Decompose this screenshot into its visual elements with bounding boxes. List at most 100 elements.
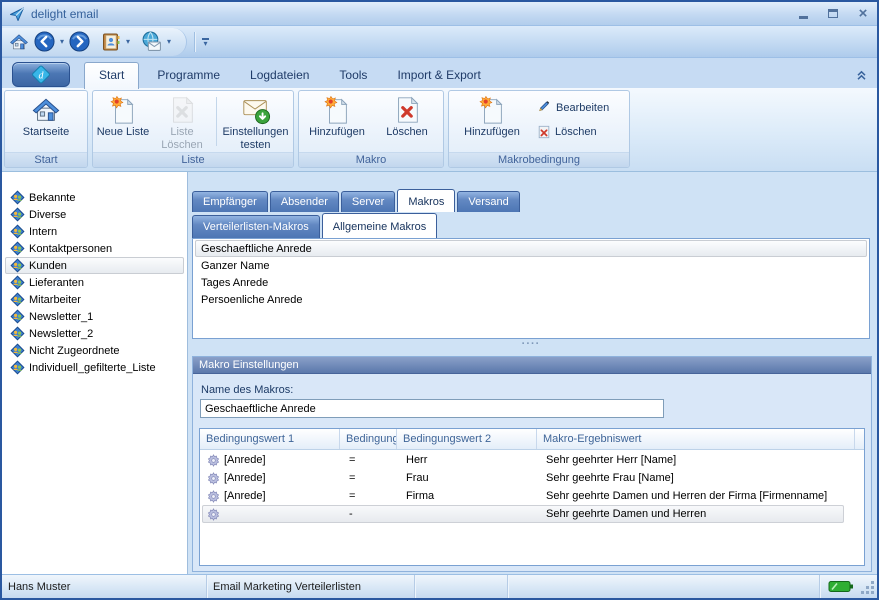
group-icon bbox=[10, 241, 25, 256]
contacts-menu-caret-icon[interactable]: ▾ bbox=[125, 37, 131, 46]
einstellungen-testen-button[interactable]: Einstellungen testen bbox=[220, 92, 291, 151]
condition-table-body: [Anrede]=HerrSehr geehrter Herr [Name][A… bbox=[200, 450, 864, 523]
group-icon bbox=[10, 258, 25, 273]
group-icon bbox=[10, 224, 25, 239]
status-cell-fill bbox=[508, 575, 820, 598]
tab-makros[interactable]: Makros bbox=[397, 189, 455, 212]
condition-operator: = bbox=[349, 454, 355, 466]
liste-loeschen-button[interactable]: Liste Löschen bbox=[151, 92, 213, 151]
group-caption-makro: Makro bbox=[299, 152, 443, 167]
bedingung-hinzufuegen-button[interactable]: Hinzufügen bbox=[451, 92, 533, 151]
startseite-button[interactable]: Startseite bbox=[7, 92, 85, 151]
condition-result: Sehr geehrte Damen und Herren der Firma … bbox=[546, 490, 827, 502]
sidebar-item-bekannte[interactable]: Bekannte bbox=[5, 189, 184, 206]
ribbon: Startseite Start Neue Liste Liste Lösche… bbox=[2, 88, 877, 172]
condition-row-1[interactable]: [Anrede]=HerrSehr geehrter Herr [Name] bbox=[202, 451, 844, 469]
makro-hinzufuegen-button[interactable]: Hinzufügen bbox=[301, 92, 373, 151]
contacts-icon[interactable] bbox=[100, 31, 122, 53]
condition-row-3[interactable]: [Anrede]=FirmaSehr geehrte Damen und Her… bbox=[202, 487, 844, 505]
macro-list-item-ganzer-name[interactable]: Ganzer Name bbox=[195, 257, 867, 274]
group-icon bbox=[10, 326, 25, 341]
delete-small-icon bbox=[537, 125, 551, 139]
ribbon-group-start: Startseite Start bbox=[4, 90, 88, 168]
sidebar-item-newsletter-1[interactable]: Newsletter_1 bbox=[5, 308, 184, 325]
delete-item-gray-icon bbox=[167, 95, 197, 125]
sidebar-item-mitarbeiter[interactable]: Mitarbeiter bbox=[5, 291, 184, 308]
forward-icon[interactable] bbox=[68, 30, 91, 53]
column-header[interactable]: Bedingung bbox=[340, 429, 397, 449]
sidebar-item-kunden[interactable]: Kunden bbox=[5, 257, 184, 274]
macro-list-item-geschaeftliche-anrede[interactable]: Geschaeftliche Anrede bbox=[195, 240, 867, 257]
ribbon-tab-tools[interactable]: Tools bbox=[327, 63, 379, 88]
group-icon bbox=[10, 190, 25, 205]
back-icon[interactable] bbox=[33, 30, 56, 53]
sidebar-item-individuell-gefilterte-liste[interactable]: Individuell_gefilterte_Liste bbox=[5, 359, 184, 376]
splitter-handle[interactable] bbox=[192, 340, 870, 353]
macro-list-item-persoenliche-anrede[interactable]: Persoenliche Anrede bbox=[195, 291, 867, 308]
subtab-verteilerlisten-makros[interactable]: Verteilerlisten-Makros bbox=[192, 215, 320, 238]
tab-server[interactable]: Server bbox=[341, 191, 395, 212]
close-icon[interactable]: × bbox=[855, 6, 871, 21]
sidebar-list: BekannteDiverse Intern Kontaktpersonen Kund… bbox=[2, 172, 188, 574]
condition-row-2[interactable]: [Anrede]=FrauSehr geehrte Frau [Name] bbox=[202, 469, 844, 487]
macro-list-item-tages-anrede[interactable]: Tages Anrede bbox=[195, 274, 867, 291]
sidebar-item-kontaktpersonen[interactable]: Kontaktpersonen bbox=[5, 240, 184, 257]
column-header[interactable]: Makro-Ergebniswert bbox=[537, 429, 855, 449]
sidebar-item-label: Intern bbox=[29, 226, 57, 238]
ribbon-tab-start[interactable]: Start bbox=[84, 62, 139, 89]
status-context: Email Marketing Verteilerlisten bbox=[207, 575, 415, 598]
ribbon-tab-strip: StartProgrammeLogdateienToolsImport & Ex… bbox=[84, 62, 499, 88]
group-icon bbox=[10, 275, 25, 290]
sidebar-item-label: Kunden bbox=[29, 260, 67, 272]
condition-operator: = bbox=[349, 490, 355, 502]
sidebar-item-newsletter-2[interactable]: Newsletter_2 bbox=[5, 325, 184, 342]
back-menu-caret-icon[interactable]: ▾ bbox=[59, 37, 65, 46]
group-icon bbox=[10, 343, 25, 358]
subtab-allgemeine-makros[interactable]: Allgemeine Makros bbox=[322, 213, 438, 238]
sidebar-item-lieferanten[interactable]: Lieferanten bbox=[5, 274, 184, 291]
column-header[interactable]: Bedingungswert 1 bbox=[200, 429, 340, 449]
sidebar-item-label: Kontaktpersonen bbox=[29, 243, 112, 255]
macro-name-input[interactable] bbox=[200, 399, 664, 418]
tab-absender[interactable]: Absender bbox=[270, 191, 339, 212]
resize-grip-icon[interactable] bbox=[860, 575, 877, 598]
sidebar-item-label: Individuell_gefilterte_Liste bbox=[29, 362, 156, 374]
new-item-icon bbox=[477, 95, 507, 125]
ribbon-tab-import-export[interactable]: Import & Export bbox=[385, 63, 492, 88]
minimize-icon[interactable] bbox=[795, 6, 811, 21]
sidebar-item-label: Newsletter_2 bbox=[29, 328, 93, 340]
makro-loeschen-button[interactable]: Löschen bbox=[373, 92, 441, 151]
condition-row-4[interactable]: -Sehr geehrte Damen und Herren bbox=[202, 505, 844, 523]
neue-liste-button[interactable]: Neue Liste bbox=[95, 92, 151, 151]
sidebar-item-intern[interactable]: Intern bbox=[5, 223, 184, 240]
table-header-spare bbox=[855, 429, 864, 449]
main-tab-strip: EmpfängerAbsenderServerMakrosVersand bbox=[192, 189, 520, 212]
tab-versand[interactable]: Versand bbox=[457, 191, 519, 212]
ribbon-tab-logdateien[interactable]: Logdateien bbox=[238, 63, 321, 88]
send-test-menu-caret-icon[interactable]: ▾ bbox=[166, 37, 172, 46]
tab-empf-nger[interactable]: Empfänger bbox=[192, 191, 268, 212]
status-cell-empty bbox=[415, 575, 508, 598]
home-icon[interactable] bbox=[8, 31, 30, 53]
ribbon-tab-programme[interactable]: Programme bbox=[145, 63, 232, 88]
sidebar-item-label: Lieferanten bbox=[29, 277, 84, 289]
condition-value1: [Anrede] bbox=[224, 454, 266, 466]
sidebar-item-label: Newsletter_1 bbox=[29, 311, 93, 323]
test-settings-icon bbox=[241, 95, 271, 125]
condition-result: Sehr geehrte Damen und Herren bbox=[546, 508, 706, 520]
toolbar-pill: ▾ ▾ ▾ bbox=[2, 28, 187, 56]
application-menu-button[interactable]: d bbox=[12, 62, 70, 87]
bedingung-loeschen-button[interactable]: Löschen bbox=[537, 125, 609, 139]
ribbon-group-makro: Hinzufügen Löschen Makro bbox=[298, 90, 444, 168]
maximize-icon[interactable] bbox=[825, 6, 841, 21]
gear-icon bbox=[207, 454, 220, 467]
sidebar-item-diverse[interactable]: Diverse bbox=[5, 206, 184, 223]
collapse-ribbon-icon[interactable] bbox=[856, 70, 867, 81]
column-header[interactable]: Bedingungswert 2 bbox=[397, 429, 537, 449]
titlebar: delight email × bbox=[2, 2, 877, 26]
group-caption-makrobedingung: Makrobedingung bbox=[449, 152, 629, 167]
sidebar-item-nicht-zugeordnete[interactable]: Nicht Zugeordnete bbox=[5, 342, 184, 359]
toolbar-options-icon[interactable]: ▾ bbox=[200, 36, 211, 48]
send-test-icon[interactable] bbox=[140, 30, 163, 53]
bedingung-bearbeiten-button[interactable]: Bearbeiten bbox=[537, 100, 609, 115]
